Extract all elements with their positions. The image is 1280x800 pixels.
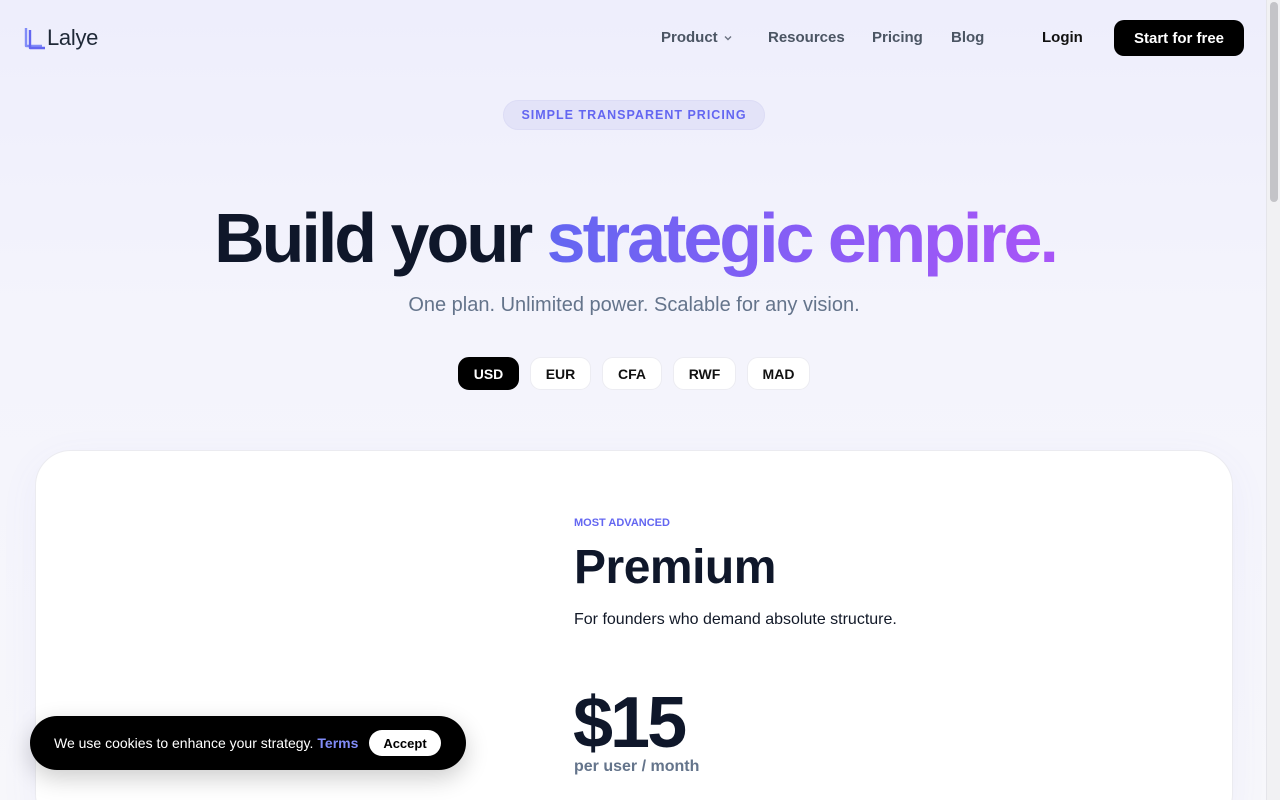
currency-option-mad[interactable]: MAD [747,357,810,390]
currency-selector: USD EUR CFA RWF MAD [458,357,810,390]
currency-option-rwf[interactable]: RWF [673,357,736,390]
logo[interactable]: Lalye [24,25,98,51]
nav-item-pricing[interactable]: Pricing [872,29,951,46]
currency-option-eur[interactable]: EUR [530,357,591,390]
logo-icon [24,28,45,50]
chevron-down-icon [724,35,732,40]
logo-text: Lalye [47,25,99,50]
start-for-free-button[interactable]: Start for free [1114,20,1244,56]
site-header: Lalye Product Resources Pricing Blog Log… [0,0,1266,76]
nav-item-resources[interactable]: Resources [768,29,872,46]
nav-item-label: Product [661,29,718,46]
cookie-accept-button[interactable]: Accept [369,730,441,756]
scrollbar-thumb[interactable] [1270,2,1278,202]
cookie-text: We use cookies to enhance your strategy. [54,735,314,751]
nav-item-blog[interactable]: Blog [951,29,984,46]
cookie-banner: We use cookies to enhance your strategy.… [30,716,466,770]
currency-option-cfa[interactable]: CFA [602,357,662,390]
cookie-terms-link[interactable]: Terms [317,735,358,751]
hero-title-gradient: strategic empire. [546,199,1059,277]
plan-tier-label: MOST ADVANCED [574,517,670,529]
plan-price-unit: per user / month [574,758,700,775]
nav-item-label: Pricing [872,29,923,46]
hero-subtitle: One plan. Unlimited power. Scalable for … [408,294,860,316]
hero-title: Build your strategic empire. [0,196,1270,280]
scrollbar[interactable] [1266,0,1280,800]
nav-item-product[interactable]: Product [661,29,768,46]
pricing-badge: SIMPLE TRANSPARENT PRICING [503,100,765,130]
plan-price: $15 [573,683,687,763]
plan-name: Premium [574,541,776,594]
currency-option-usd[interactable]: USD [458,357,519,390]
login-link[interactable]: Login [1042,29,1083,46]
hero-title-plain: Build your [214,199,547,277]
main-nav: Product Resources Pricing Blog [661,29,984,46]
nav-item-label: Resources [768,29,845,46]
nav-item-label: Blog [951,29,985,46]
plan-description: For founders who demand absolute structu… [574,611,897,628]
